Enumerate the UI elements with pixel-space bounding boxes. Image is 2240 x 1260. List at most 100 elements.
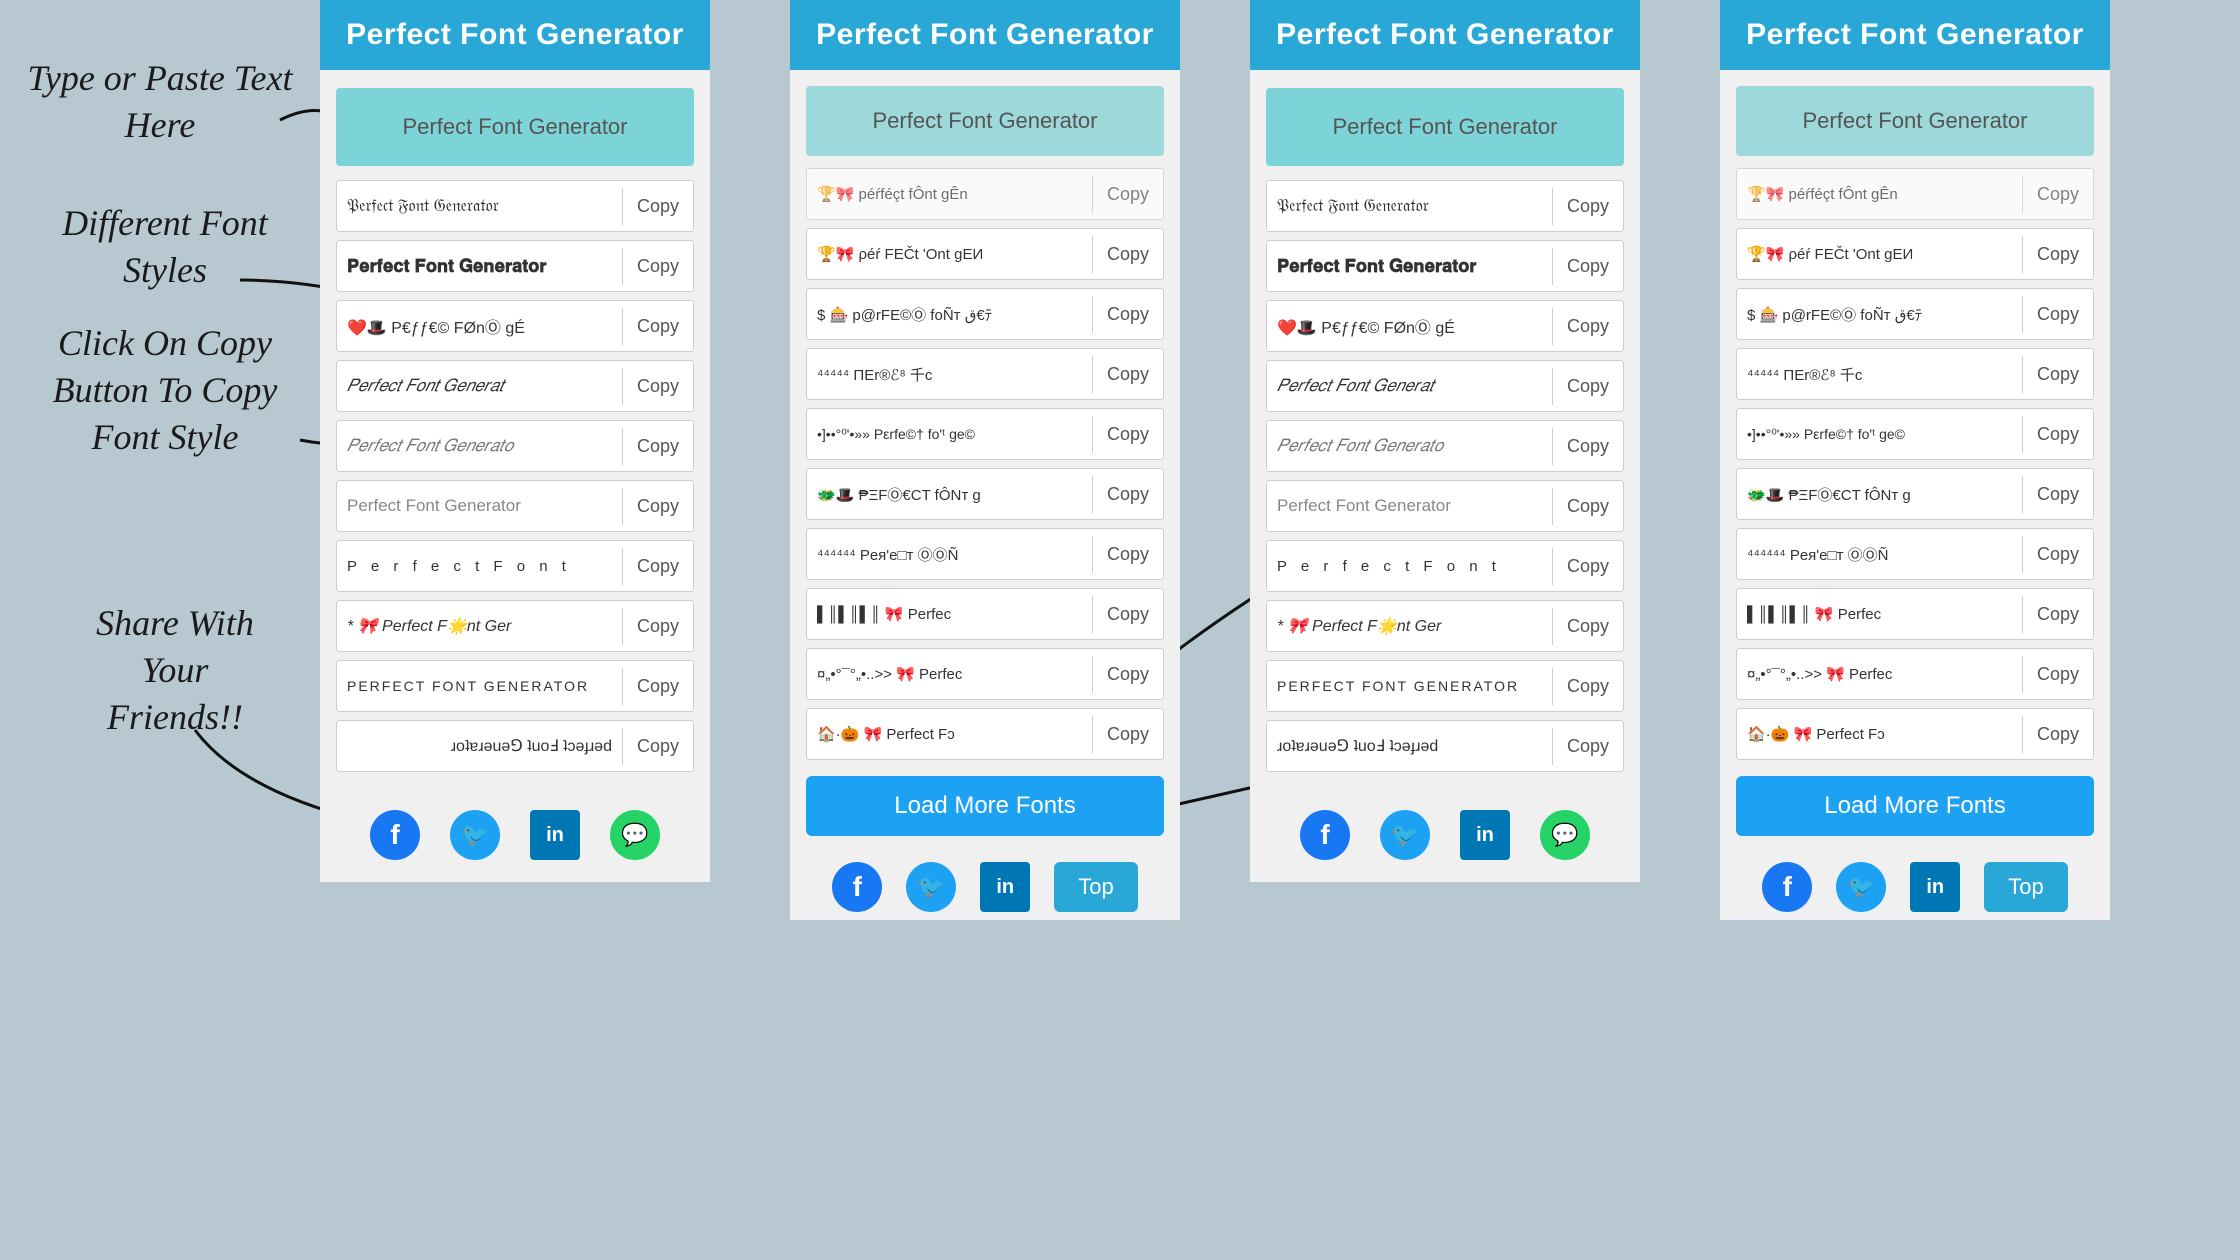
top-button[interactable]: Top xyxy=(1054,862,1137,912)
sr-copy-btn-9[interactable]: Copy xyxy=(2022,716,2093,753)
s-font-text-2: 𝐏𝐞𝐫𝐟𝐞𝐜𝐭 𝐅𝐨𝐧𝐭 𝐆𝐞𝐧𝐞𝐫𝐚𝐭𝐨𝐫 xyxy=(1267,248,1552,285)
copy-btn-r3[interactable]: Copy xyxy=(1092,356,1163,393)
sr-font-text-4: •]••°⁰'•»» Pεrfe©† fo'ᵗ ge© xyxy=(1737,418,2022,451)
s-font-row-2: 𝐏𝐞𝐫𝐟𝐞𝐜𝐭 𝐅𝐨𝐧𝐭 𝐆𝐞𝐧𝐞𝐫𝐚𝐭𝐨𝐫 Copy xyxy=(1266,240,1624,292)
copy-btn-r8[interactable]: Copy xyxy=(1092,656,1163,693)
s-facebook-icon[interactable]: f xyxy=(1300,810,1350,860)
font-text-bold: 𝐏𝐞𝐫𝐟𝐞𝐜𝐭 𝐅𝐨𝐧𝐭 𝐆𝐞𝐧𝐞𝐫𝐚𝐭𝐨𝐫 xyxy=(337,248,622,285)
font-text-spaced: P e r f e c t F o n t xyxy=(337,550,622,583)
sr-twitter-icon[interactable]: 🐦 xyxy=(1836,862,1886,912)
s-font-row-5: 𝑃𝑒𝑟𝑓𝑒𝑐𝑡 𝐹𝑜𝑛𝑡 𝐺𝑒𝑛𝑒𝑟𝑎𝑡𝑜 Copy xyxy=(1266,420,1624,472)
twitter-icon-left[interactable]: 🐦 xyxy=(450,810,500,860)
second-left-social: f 🐦 in 💬 xyxy=(1250,792,1640,872)
font-text-r7: ▌║▌║▌║ 🎀 Perfec xyxy=(807,597,1092,631)
s-copy-btn-9[interactable]: Copy xyxy=(1552,668,1623,705)
linkedin-icon-left[interactable]: in xyxy=(530,810,580,860)
font-text-italic2: 𝑃𝑒𝑟𝑓𝑒𝑐𝑡 𝐹𝑜𝑛𝑡 𝐺𝑒𝑛𝑒𝑟𝑎𝑡𝑜 xyxy=(337,428,622,464)
copy-btn-caps[interactable]: Copy xyxy=(622,668,693,705)
copy-btn-r4[interactable]: Copy xyxy=(1092,416,1163,453)
font-row-bold: 𝐏𝐞𝐫𝐟𝐞𝐜𝐭 𝐅𝐨𝐧𝐭 𝐆𝐞𝐧𝐞𝐫𝐚𝐭𝐨𝐫 Copy xyxy=(336,240,694,292)
sr-font-text-5: 🐲🎩 ₱ΞFⓄ€CT fÔNт g xyxy=(1737,476,2022,513)
s-font-text-1: 𝔓𝔢𝔯𝔣𝔢𝔠𝔱 𝔉𝔬𝔫𝔱 𝔊𝔢𝔫𝔢𝔯𝔞𝔱𝔬𝔯 xyxy=(1267,188,1552,224)
sr-font-text-0: 🏆🎀 péŕféçt fÔnt gÊn xyxy=(1737,177,2022,211)
copy-btn-italic2[interactable]: Copy xyxy=(622,428,693,465)
s-copy-btn-2[interactable]: Copy xyxy=(1552,248,1623,285)
s-copy-btn-6[interactable]: Copy xyxy=(1552,488,1623,525)
s-copy-btn-5[interactable]: Copy xyxy=(1552,428,1623,465)
annotation-diff-fonts: Different Font Styles xyxy=(30,200,300,294)
s-copy-btn-10[interactable]: Copy xyxy=(1552,728,1623,765)
facebook-icon-right[interactable]: f xyxy=(832,862,882,912)
sr-facebook-icon[interactable]: f xyxy=(1762,862,1812,912)
sr-copy-btn-1[interactable]: Copy xyxy=(2022,236,2093,273)
second-left-input[interactable]: Perfect Font Generator xyxy=(1266,88,1624,166)
right-input-display[interactable]: Perfect Font Generator xyxy=(806,86,1164,156)
sr-copy-btn-8[interactable]: Copy xyxy=(2022,656,2093,693)
copy-btn-fraktur[interactable]: Copy xyxy=(622,188,693,225)
sr-top-button[interactable]: Top xyxy=(1984,862,2067,912)
sr-copy-btn-2[interactable]: Copy xyxy=(2022,296,2093,333)
copy-btn-r7[interactable]: Copy xyxy=(1092,596,1163,633)
sr-font-text-1: 🏆🎀 ρéŕ FEČt 'Ont gEИ xyxy=(1737,237,2022,271)
sr-copy-btn-4[interactable]: Copy xyxy=(2022,416,2093,453)
second-right-panel: Perfect Font Generator Perfect Font Gene… xyxy=(1720,0,2110,920)
s-copy-btn-1[interactable]: Copy xyxy=(1552,188,1623,225)
s-font-text-3: ❤️🎩 P€ƒƒ€© FØnⓄ gÉ xyxy=(1267,306,1552,346)
s-copy-btn-4[interactable]: Copy xyxy=(1552,368,1623,405)
font-row-fraktur: 𝔓𝔢𝔯𝔣𝔢𝔠𝔱 𝔉𝔬𝔫𝔱 𝔊𝔢𝔫𝔢𝔯𝔞𝔱𝔬𝔯 Copy xyxy=(336,180,694,232)
s-copy-btn-7[interactable]: Copy xyxy=(1552,548,1623,585)
copy-btn-flip[interactable]: Copy xyxy=(622,728,693,765)
copy-btn-r5[interactable]: Copy xyxy=(1092,476,1163,513)
s-font-text-5: 𝑃𝑒𝑟𝑓𝑒𝑐𝑡 𝐹𝑜𝑛𝑡 𝐺𝑒𝑛𝑒𝑟𝑎𝑡𝑜 xyxy=(1267,428,1552,464)
font-row-caps: PERFECT FONT GENERATOR Copy xyxy=(336,660,694,712)
sr-font-text-8: ¤„•°¯°„•..>> 🎀 Perfec xyxy=(1737,657,2022,691)
second-right-input[interactable]: Perfect Font Generator xyxy=(1736,86,2094,156)
s-font-row-6: Perfect Font Generator Copy xyxy=(1266,480,1624,532)
s-font-row-3: ❤️🎩 P€ƒƒ€© FØnⓄ gÉ Copy xyxy=(1266,300,1624,352)
left-social-row: f 🐦 in 💬 xyxy=(320,792,710,872)
copy-btn-r2[interactable]: Copy xyxy=(1092,296,1163,333)
sr-font-row-6: ⁴⁴⁴⁴⁴⁴ Pея'е□т ⓄⓄÑ Copy xyxy=(1736,528,2094,580)
linkedin-icon-right[interactable]: in xyxy=(980,862,1030,912)
sr-copy-btn-5[interactable]: Copy xyxy=(2022,476,2093,513)
sr-font-row-2: $ 🎰 p@rFE©Ⓞ foÑт ق€ﾃ Copy xyxy=(1736,288,2094,340)
sr-copy-btn-6[interactable]: Copy xyxy=(2022,536,2093,573)
facebook-icon-left[interactable]: f xyxy=(370,810,420,860)
s-copy-btn-8[interactable]: Copy xyxy=(1552,608,1623,645)
font-text-r9: 🏠·🎃 🎀 Perfect Fↄ xyxy=(807,717,1092,751)
sr-font-row-0: 🏆🎀 péŕféçt fÔnt gÊn Copy xyxy=(1736,168,2094,220)
copy-btn-gray[interactable]: Copy xyxy=(622,488,693,525)
sr-copy-btn-0[interactable]: Copy xyxy=(2022,176,2093,213)
font-row-spaced: P e r f e c t F o n t Copy xyxy=(336,540,694,592)
copy-btn-spaced[interactable]: Copy xyxy=(622,548,693,585)
copy-btn-r0[interactable]: Copy xyxy=(1092,176,1163,213)
s-whatsapp-icon[interactable]: 💬 xyxy=(1540,810,1590,860)
sr-load-more-button[interactable]: Load More Fonts xyxy=(1736,776,2094,836)
sr-font-row-9: 🏠·🎃 🎀 Perfect Fↄ Copy xyxy=(1736,708,2094,760)
s-twitter-icon[interactable]: 🐦 xyxy=(1380,810,1430,860)
font-text-r6: ⁴⁴⁴⁴⁴⁴ Pея'е□т ⓄⓄÑ xyxy=(807,536,1092,573)
whatsapp-icon-left[interactable]: 💬 xyxy=(610,810,660,860)
copy-btn-r1[interactable]: Copy xyxy=(1092,236,1163,273)
load-more-button[interactable]: Load More Fonts xyxy=(806,776,1164,836)
sr-copy-btn-3[interactable]: Copy xyxy=(2022,356,2093,393)
second-left-header: Perfect Font Generator xyxy=(1250,0,1640,70)
copy-btn-star[interactable]: Copy xyxy=(622,608,693,645)
s-copy-btn-3[interactable]: Copy xyxy=(1552,308,1623,345)
twitter-icon-right[interactable]: 🐦 xyxy=(906,862,956,912)
s-linkedin-icon[interactable]: in xyxy=(1460,810,1510,860)
left-input-display[interactable]: Perfect Font Generator xyxy=(336,88,694,166)
copy-btn-bold[interactable]: Copy xyxy=(622,248,693,285)
left-panel-header: Perfect Font Generator xyxy=(320,0,710,70)
s-font-row-10: ɹoʇɐɹǝuǝ⅁ ʇuoℲ ʇɔǝɟɹǝd Copy xyxy=(1266,720,1624,772)
sr-copy-btn-7[interactable]: Copy xyxy=(2022,596,2093,633)
sr-linkedin-icon[interactable]: in xyxy=(1910,862,1960,912)
copy-btn-italic1[interactable]: Copy xyxy=(622,368,693,405)
sr-font-text-3: ⁴⁴⁴⁴⁴ ΠEr®ℰ⁸ 千c xyxy=(1737,356,2022,393)
s-font-text-7: P e r f e c t F o n t xyxy=(1267,550,1552,583)
copy-btn-emoji1[interactable]: Copy xyxy=(622,308,693,345)
sr-font-text-2: $ 🎰 p@rFE©Ⓞ foÑт ق€ﾃ xyxy=(1737,296,2022,333)
s-font-row-9: PERFECT FONT GENERATOR Copy xyxy=(1266,660,1624,712)
copy-btn-r9[interactable]: Copy xyxy=(1092,716,1163,753)
copy-btn-r6[interactable]: Copy xyxy=(1092,536,1163,573)
